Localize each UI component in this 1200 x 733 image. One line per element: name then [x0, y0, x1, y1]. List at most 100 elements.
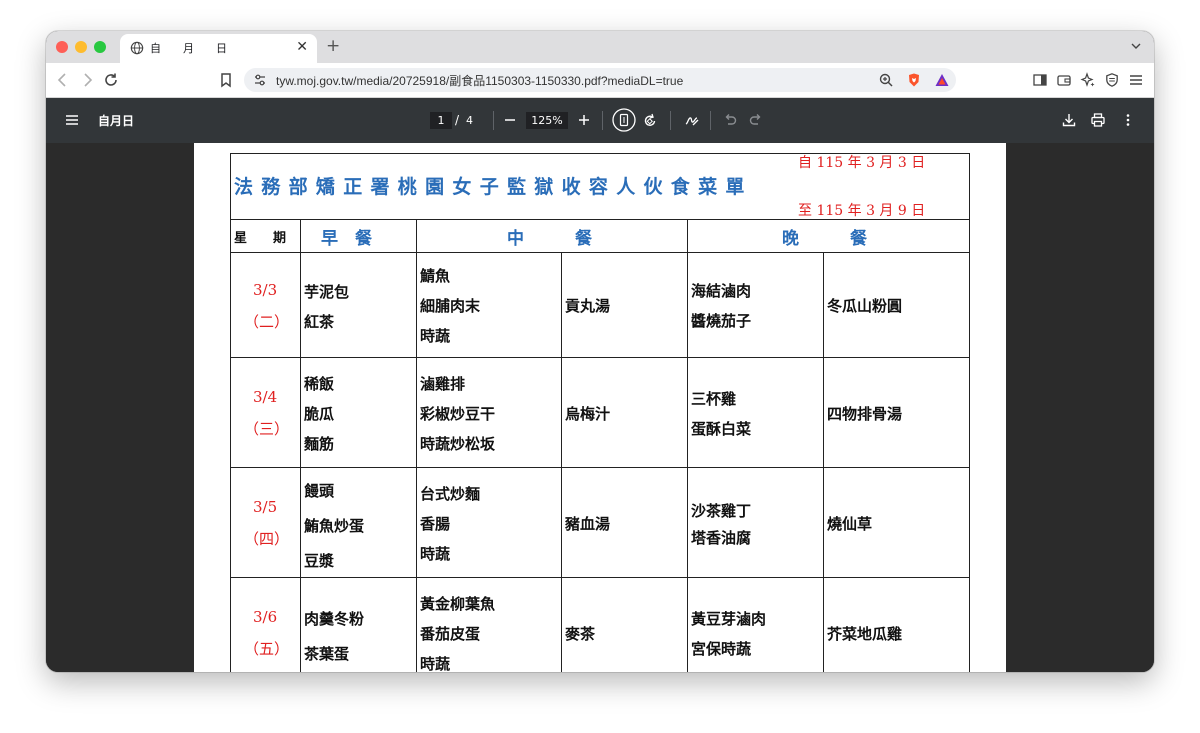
dinner-soup: 冬瓜山粉圓 — [827, 297, 903, 315]
sidebar-icon[interactable] — [1032, 72, 1048, 88]
lunch-item: 香腸 — [420, 515, 451, 533]
lunch-item: 台式炒麵 — [420, 485, 481, 503]
download-icon[interactable] — [1061, 112, 1077, 128]
url-text: tyw.moj.gov.tw/media/20725918/副食品1150303… — [276, 74, 684, 88]
vpn-shield-icon[interactable] — [1104, 72, 1120, 88]
lunch-soup: 烏梅汁 — [565, 405, 611, 423]
toolbar-divider — [710, 111, 711, 130]
pdf-toolbar: 自月日 1 / 4 125% — [46, 98, 1154, 143]
breakfast-item: 茶葉蛋 — [304, 645, 350, 663]
reload-icon[interactable] — [102, 71, 120, 89]
annotate-icon[interactable] — [684, 112, 700, 128]
tab-title: 自 月 日 — [150, 42, 227, 55]
back-icon[interactable] — [54, 71, 72, 89]
breakfast-item: 麵筋 — [304, 435, 335, 453]
dinner-item: 沙茶雞丁 — [691, 502, 752, 520]
dinner-item: 黃豆芽滷肉 — [691, 610, 767, 628]
page-number-input[interactable]: 1 — [430, 112, 452, 129]
close-window-button[interactable] — [56, 41, 68, 53]
day-date: 3/3 — [253, 281, 278, 299]
breakfast-item: 稀飯 — [304, 375, 335, 393]
lunch-item: 時蔬 — [420, 545, 451, 563]
undo-icon[interactable] — [722, 112, 738, 128]
lunch-item: 鯖魚 — [420, 267, 451, 285]
zoom-level-input[interactable]: 125% — [526, 112, 568, 129]
maximize-window-button[interactable] — [94, 41, 106, 53]
header-lunch: 中 餐 — [507, 229, 592, 249]
day-weekday: （二） — [244, 313, 290, 331]
pdf-page: 法務部矯正署桃園女子監獄收容人伙食菜單 自 115 年 3 月 3 日 至 11… — [194, 143, 1006, 672]
toolbar-divider — [602, 111, 603, 130]
dinner-item: 醬燒茄子 — [691, 312, 752, 330]
more-options-icon[interactable] — [1120, 112, 1136, 128]
browser-window: 自 月 日 ✕ + tyw.moj.gov.tw/media/20725918/… — [46, 31, 1154, 672]
redo-icon[interactable] — [748, 112, 764, 128]
forward-icon[interactable] — [78, 71, 96, 89]
site-settings-icon[interactable] — [252, 72, 268, 88]
address-bar: tyw.moj.gov.tw/media/20725918/副食品1150303… — [46, 63, 1154, 98]
dinner-item: 蛋酥白菜 — [691, 420, 752, 438]
lunch-soup: 豬血湯 — [565, 515, 611, 533]
day-weekday: （五） — [244, 640, 290, 658]
tab-close-icon[interactable]: ✕ — [296, 39, 308, 55]
rotate-icon[interactable] — [642, 112, 658, 128]
menu-icon[interactable] — [64, 112, 80, 128]
document-title: 自月日 — [98, 114, 135, 128]
minimize-window-button[interactable] — [75, 41, 87, 53]
page-total: 4 — [466, 114, 473, 127]
dinner-soup: 芥菜地瓜雞 — [827, 625, 903, 643]
brave-rewards-icon[interactable] — [934, 72, 950, 88]
toolbar-divider — [670, 111, 671, 130]
day-date: 3/6 — [253, 608, 278, 626]
brave-shield-icon[interactable] — [906, 72, 922, 88]
lunch-item: 細脯肉末 — [420, 297, 481, 315]
lunch-soup: 貢丸湯 — [565, 297, 611, 315]
lunch-item: 黃金柳葉魚 — [420, 595, 496, 613]
hamburger-menu-icon[interactable] — [1128, 72, 1144, 88]
new-tab-button[interactable]: + — [326, 35, 340, 57]
header-breakfast: 早 餐 — [321, 229, 372, 249]
page-separator: / — [455, 113, 460, 127]
lunch-item: 時蔬 — [420, 655, 451, 672]
fit-page-icon[interactable] — [612, 108, 636, 132]
breakfast-item: 脆瓜 — [304, 405, 335, 423]
day-weekday: （三） — [244, 420, 290, 438]
date-range-start: 自 115 年 3 月 3 日 — [798, 155, 926, 171]
dinner-item: 塔香油腐 — [691, 529, 752, 547]
lunch-soup: 麥茶 — [565, 625, 596, 643]
breakfast-item: 豆漿 — [304, 552, 335, 570]
menu-title: 法務部矯正署桃園女子監獄收容人伙食菜單 — [234, 176, 753, 198]
zoom-in-icon[interactable] — [576, 112, 592, 128]
zoom-out-icon[interactable] — [502, 112, 518, 128]
dinner-item: 海結滷肉 — [691, 282, 752, 300]
lunch-item: 滷雞排 — [420, 375, 466, 393]
tab-strip: 自 月 日 ✕ + — [46, 31, 1154, 63]
wallet-icon[interactable] — [1056, 72, 1072, 88]
pdf-viewer[interactable]: 法務部矯正署桃園女子監獄收容人伙食菜單 自 115 年 3 月 3 日 至 11… — [46, 143, 1154, 672]
breakfast-item: 鮪魚炒蛋 — [304, 517, 365, 535]
print-icon[interactable] — [1090, 112, 1106, 128]
chevron-down-icon[interactable] — [1130, 40, 1142, 52]
ai-sparkle-icon[interactable] — [1080, 72, 1096, 88]
url-field[interactable]: tyw.moj.gov.tw/media/20725918/副食品1150303… — [244, 68, 956, 92]
breakfast-item: 饅頭 — [304, 482, 335, 500]
header-dinner: 晚 餐 — [782, 229, 867, 249]
lunch-item: 番茄皮蛋 — [420, 625, 481, 643]
date-range-end: 至 115 年 3 月 9 日 — [798, 203, 926, 219]
toolbar-divider — [493, 111, 494, 130]
zoom-icon[interactable] — [878, 72, 894, 88]
bookmark-icon[interactable] — [217, 71, 235, 89]
breakfast-item: 肉羹冬粉 — [304, 610, 365, 628]
globe-icon — [130, 41, 144, 55]
browser-tab[interactable]: 自 月 日 ✕ — [120, 34, 317, 63]
dinner-item: 宮保時蔬 — [691, 640, 752, 658]
day-weekday: （四） — [244, 530, 290, 548]
breakfast-item: 紅茶 — [304, 313, 335, 331]
day-date: 3/4 — [253, 388, 278, 406]
breakfast-item: 芋泥包 — [304, 283, 350, 301]
lunch-item: 時蔬 — [420, 327, 451, 345]
lunch-item: 時蔬炒松坂 — [420, 435, 496, 453]
day-date: 3/5 — [253, 498, 278, 516]
header-weekday: 星 期 — [234, 231, 287, 246]
dinner-item: 三杯雞 — [691, 390, 737, 408]
